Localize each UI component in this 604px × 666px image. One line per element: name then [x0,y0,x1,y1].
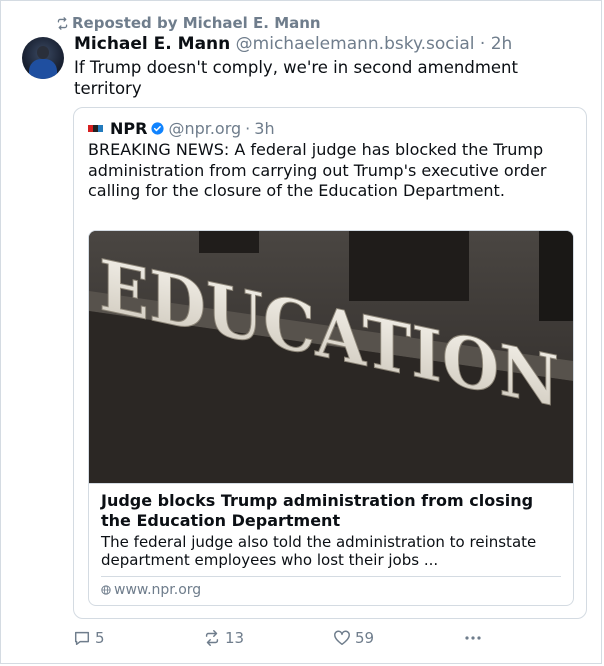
repost-indicator[interactable]: Reposted by Michael E. Mann [56,14,321,32]
header-separator: · [479,34,486,54]
quote-author-handle[interactable]: @npr.org [168,119,241,138]
like-count: 59 [355,629,375,647]
author-handle[interactable]: @michaelemann.bsky.social [236,34,475,54]
repost-icon [57,16,68,30]
post-header: Michael E. Mann @michaelemann.bsky.socia… [74,34,512,54]
quote-timestamp[interactable]: 3h [254,119,274,138]
quote-text: BREAKING NEWS: A federal judge has block… [88,140,547,200]
reply-count: 5 [95,629,105,647]
like-button[interactable]: 59 [333,629,374,647]
quote-header: NPR @npr.org · 3h [88,119,275,138]
globe-icon [101,585,111,595]
quoted-post[interactable]: NPR @npr.org · 3h BREAKING NEWS: A feder… [73,107,587,619]
avatar[interactable] [22,37,64,79]
quote-separator: · [245,119,251,138]
reply-button[interactable]: 5 [73,629,105,647]
post-actions: 5 13 59 [73,629,513,653]
repost-label: Reposted by Michael E. Mann [72,14,321,32]
card-image: EDUCATION [89,231,573,483]
post-text: If Trump doesn't comply, we're in second… [74,58,518,98]
verified-badge-icon [151,122,165,135]
card-domain-text: www.npr.org [114,582,202,598]
reply-icon [74,631,90,646]
post-card[interactable]: Reposted by Michael E. Mann Michael E. M… [0,0,602,664]
quote-author-name[interactable]: NPR [110,119,147,138]
more-options-button[interactable] [463,629,483,647]
link-card[interactable]: EDUCATION Judge blocks Trump administrat… [88,230,574,606]
post-timestamp[interactable]: 2h [491,34,513,54]
heart-icon [334,630,350,646]
repost-button[interactable]: 13 [203,629,244,647]
card-title[interactable]: Judge blocks Trump administration from c… [101,491,563,531]
repost-action-icon [205,630,219,646]
npr-logo[interactable] [88,125,103,132]
card-description: The federal judge also told the administ… [101,533,537,569]
card-domain[interactable]: www.npr.org [101,582,201,598]
repost-count: 13 [225,629,245,647]
author-name[interactable]: Michael E. Mann [74,34,230,54]
more-dots-icon [465,636,481,640]
